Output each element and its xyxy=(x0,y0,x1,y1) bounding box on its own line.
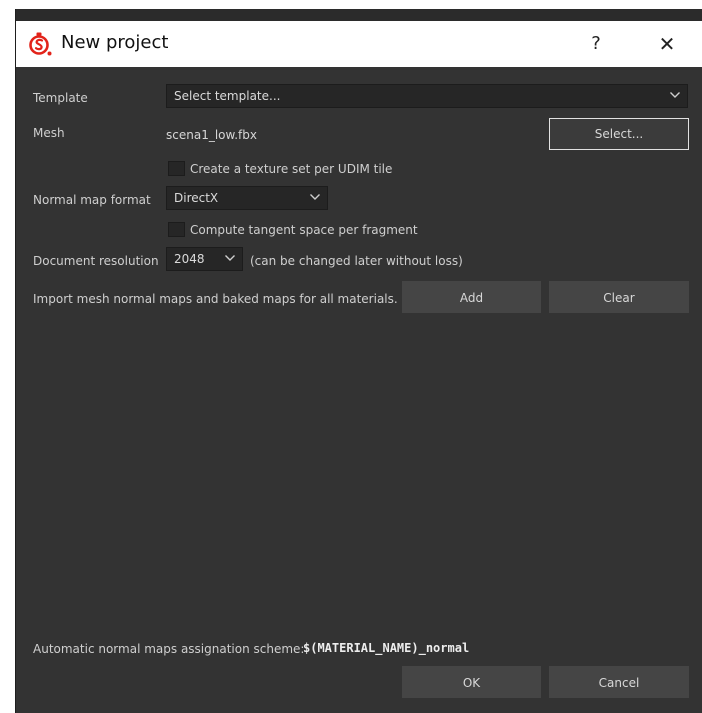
mesh-select-button[interactable]: Select... xyxy=(549,118,689,150)
document-resolution-value: 2048 xyxy=(174,252,205,266)
udim-checkbox[interactable] xyxy=(168,161,185,176)
normal-map-format-value: DirectX xyxy=(174,191,219,205)
chevron-down-icon xyxy=(225,255,235,261)
title-bar: New project ? ✕ xyxy=(16,9,702,67)
normal-map-format-dropdown[interactable]: DirectX xyxy=(166,186,328,210)
add-maps-button[interactable]: Add xyxy=(402,281,541,313)
cancel-button[interactable]: Cancel xyxy=(549,666,689,698)
normal-map-format-label: Normal map format xyxy=(33,193,151,207)
scheme-value: $(MATERIAL_NAME)_normal xyxy=(303,641,470,655)
udim-checkbox-label: Create a texture set per UDIM tile xyxy=(190,162,393,176)
imported-maps-list[interactable] xyxy=(31,329,688,629)
chevron-down-icon xyxy=(670,92,680,98)
mesh-filename: scena1_low.fbx xyxy=(166,128,257,142)
substance-painter-logo-icon xyxy=(29,32,52,56)
close-icon[interactable]: ✕ xyxy=(653,30,681,58)
template-dropdown-value: Select template... xyxy=(174,89,281,103)
tangent-space-checkbox[interactable] xyxy=(168,222,185,237)
import-maps-label: Import mesh normal maps and baked maps f… xyxy=(33,292,398,306)
desktop-background xyxy=(0,0,702,9)
document-resolution-label: Document resolution xyxy=(33,254,159,268)
scheme-label: Automatic normal maps assignation scheme… xyxy=(33,642,305,656)
document-resolution-dropdown[interactable]: 2048 xyxy=(166,247,243,271)
new-project-dialog: New project ? ✕ Template Select template… xyxy=(15,9,702,713)
ok-button[interactable]: OK xyxy=(402,666,541,698)
chevron-down-icon xyxy=(310,194,320,200)
clear-maps-button[interactable]: Clear xyxy=(549,281,689,313)
template-dropdown[interactable]: Select template... xyxy=(166,84,688,108)
mesh-label: Mesh xyxy=(33,126,65,140)
dialog-title: New project xyxy=(61,32,169,53)
tangent-space-label: Compute tangent space per fragment xyxy=(190,223,418,237)
resolution-hint: (can be changed later without loss) xyxy=(250,254,463,268)
template-label: Template xyxy=(33,91,88,105)
help-icon[interactable]: ? xyxy=(585,30,607,58)
